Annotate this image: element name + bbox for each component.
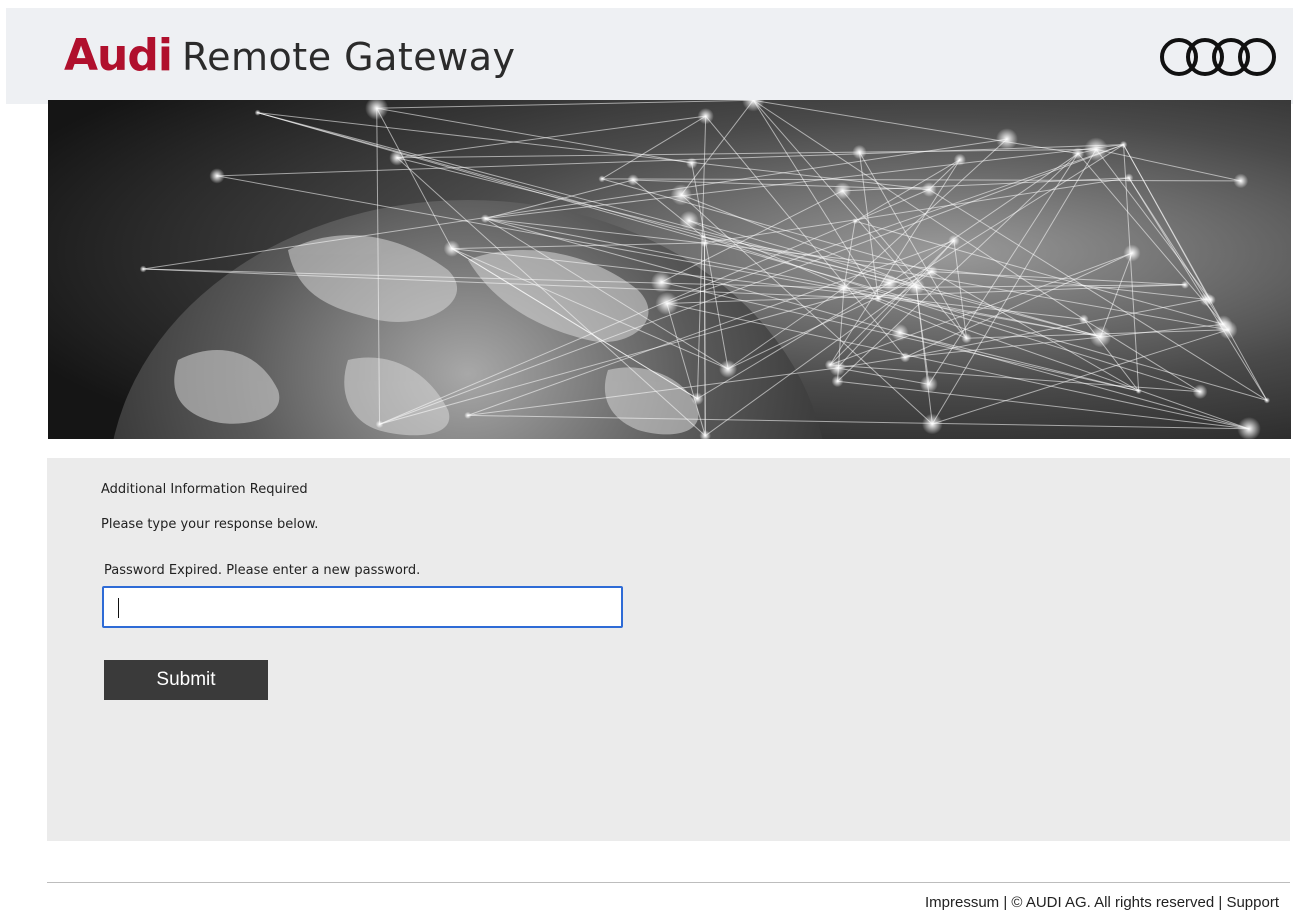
network-node xyxy=(1119,140,1128,149)
network-node xyxy=(719,359,738,378)
network-node xyxy=(925,265,938,278)
brand-secondary: Remote Gateway xyxy=(181,35,516,79)
network-node xyxy=(836,280,852,296)
login-panel: Additional Information Required Please t… xyxy=(47,458,1290,841)
network-node xyxy=(891,323,909,342)
network-node xyxy=(1135,387,1142,394)
new-password-input[interactable] xyxy=(102,586,623,628)
globe-network-image xyxy=(48,100,1291,439)
brand-primary: Audi xyxy=(64,30,173,81)
network-node xyxy=(1180,280,1190,289)
network-node xyxy=(1263,397,1271,404)
network-node xyxy=(921,413,943,435)
network-node xyxy=(655,291,679,316)
network-node xyxy=(852,218,859,225)
network-node xyxy=(1124,173,1134,183)
network-node xyxy=(697,108,714,125)
network-node xyxy=(670,184,692,206)
page-header: Audi Remote Gateway xyxy=(6,8,1293,104)
footer-divider xyxy=(47,882,1290,883)
network-node xyxy=(874,294,883,303)
audi-rings-logo-icon xyxy=(1160,38,1276,76)
network-node xyxy=(480,214,490,224)
network-node xyxy=(899,352,911,363)
network-node xyxy=(1192,384,1208,400)
page-footer: Impressum | © AUDI AG. All rights reserv… xyxy=(925,894,1279,911)
network-node xyxy=(679,210,699,231)
network-node xyxy=(1089,325,1112,348)
password-field-label: Password Expired. Please enter a new pas… xyxy=(104,563,421,578)
network-node xyxy=(919,375,938,394)
copyright-text: © AUDI AG. All rights reserved xyxy=(1011,894,1215,911)
network-node xyxy=(598,175,606,183)
network-node xyxy=(700,238,709,248)
hero-banner xyxy=(48,100,1291,439)
brand-title: Audi Remote Gateway xyxy=(64,30,516,83)
network-node xyxy=(907,278,925,296)
network-node xyxy=(209,168,225,184)
info-heading: Additional Information Required xyxy=(101,482,308,497)
network-node xyxy=(691,392,704,406)
network-node xyxy=(254,109,261,116)
network-node xyxy=(833,182,852,200)
text-caret xyxy=(118,598,119,618)
network-node xyxy=(961,333,972,344)
network-node xyxy=(464,411,472,419)
info-instruction: Please type your response below. xyxy=(101,517,319,532)
network-node xyxy=(686,157,698,169)
network-node xyxy=(852,144,867,160)
support-link[interactable]: Support xyxy=(1226,894,1279,911)
impressum-link[interactable]: Impressum xyxy=(925,894,999,911)
network-node xyxy=(375,420,384,429)
network-node xyxy=(1233,173,1249,189)
network-node xyxy=(881,274,898,292)
footer-separator: | xyxy=(999,894,1012,911)
network-node xyxy=(650,271,673,293)
network-node xyxy=(921,182,937,197)
network-node xyxy=(948,234,960,247)
network-node xyxy=(627,174,639,186)
network-node xyxy=(995,128,1018,151)
network-node xyxy=(389,149,405,166)
network-node xyxy=(1084,137,1109,162)
network-node xyxy=(139,265,147,273)
submit-button[interactable]: Submit xyxy=(104,660,268,700)
network-node xyxy=(831,375,844,388)
network-node xyxy=(1071,147,1085,160)
network-node xyxy=(1199,292,1214,307)
footer-separator: | xyxy=(1214,894,1227,911)
network-node xyxy=(1123,244,1141,262)
network-node xyxy=(829,359,846,377)
network-node xyxy=(1078,314,1089,325)
network-node xyxy=(953,153,966,166)
network-node xyxy=(1218,320,1238,340)
network-node xyxy=(443,240,461,257)
